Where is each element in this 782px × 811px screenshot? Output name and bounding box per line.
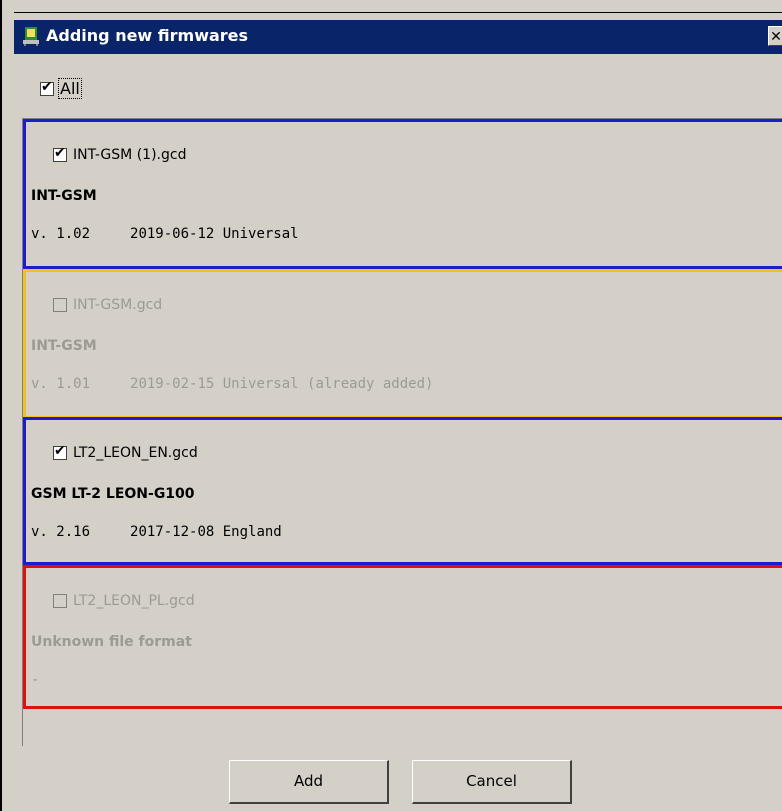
title-bar[interactable]: Adding new firmwares ✕ [14, 20, 782, 54]
add-button[interactable]: Add [229, 760, 389, 804]
device-name: INT-GSM [31, 338, 97, 354]
version-line: v. 2.16 2017-12-08 England [31, 524, 282, 540]
file-row: LT2_LEON_PL.gcd [53, 593, 195, 609]
version-line: - [31, 672, 79, 688]
firmware-item[interactable]: INT-GSM (1).gcd INT-GSM v. 1.02 2019-06-1… [23, 119, 782, 269]
close-button[interactable]: ✕ [768, 26, 782, 46]
cancel-button[interactable]: Cancel [412, 760, 572, 804]
date-info: 2017-12-08 England [130, 524, 282, 540]
file-name: INT-GSM (1).gcd [73, 147, 187, 163]
firmware-list[interactable]: INT-GSM (1).gcd INT-GSM v. 1.02 2019-06-1… [22, 118, 782, 746]
file-name: LT2_LEON_EN.gcd [73, 445, 198, 461]
device-name: INT-GSM [31, 188, 97, 204]
select-all-label: All [58, 78, 82, 99]
device-name: GSM LT-2 LEON-G100 [31, 486, 195, 502]
version-line: v. 1.02 2019-06-12 Universal [31, 226, 299, 242]
select-all-checkbox[interactable] [40, 79, 54, 96]
file-row: INT-GSM.gcd [53, 297, 162, 313]
firmware-checkbox[interactable] [53, 145, 67, 162]
file-row[interactable]: LT2_LEON_EN.gcd [53, 443, 198, 461]
firmware-item[interactable]: LT2_LEON_EN.gcd GSM LT-2 LEON-G100 v. 2.… [23, 417, 782, 565]
version-line: v. 1.01 2019-02-15 Universal (already add… [31, 376, 433, 392]
version: v. 2.16 [31, 524, 91, 540]
firmware-checkbox[interactable] [53, 443, 67, 460]
date-info: 2019-02-15 Universal (already added) [130, 376, 434, 392]
date-info: 2019-06-12 Universal [130, 226, 299, 242]
version: v. 1.01 [31, 376, 91, 392]
window-frame [14, 12, 782, 20]
version: v. 1.02 [31, 226, 91, 242]
dialog-window: Adding new firmwares ✕ All INT-GSM (1).g… [0, 0, 782, 811]
select-all-row[interactable]: All [40, 78, 82, 99]
firmware-item: LT2_LEON_PL.gcd Unknown file format - [23, 565, 782, 709]
file-row[interactable]: INT-GSM (1).gcd [53, 145, 187, 163]
file-name: LT2_LEON_PL.gcd [73, 593, 195, 609]
firmware-checkbox [53, 594, 67, 608]
device-name: Unknown file format [31, 634, 192, 650]
firmware-item: INT-GSM.gcd INT-GSM v. 1.01 2019-02-15 Un… [23, 269, 782, 419]
window-title: Adding new firmwares [46, 26, 249, 45]
file-name: INT-GSM.gcd [73, 297, 163, 313]
version: - [31, 672, 40, 688]
firmware-checkbox [53, 298, 67, 312]
app-icon [22, 26, 40, 46]
